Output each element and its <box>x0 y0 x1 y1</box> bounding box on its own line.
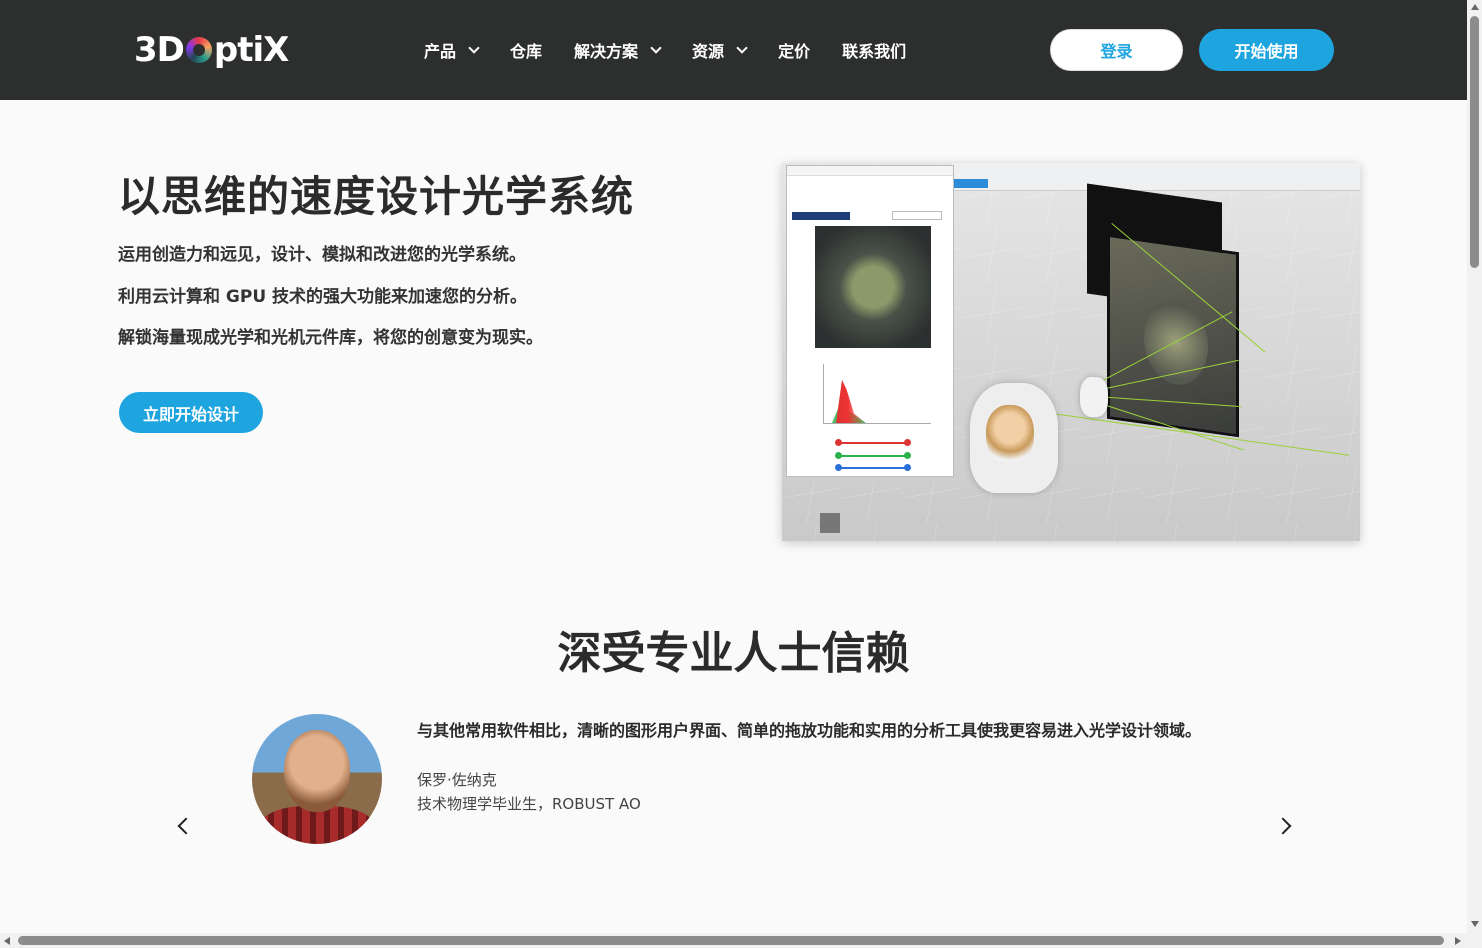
logo[interactable]: 3D ptiX <box>134 30 289 70</box>
vertical-scroll-thumb[interactable] <box>1470 16 1479 268</box>
blue-slider <box>835 464 911 471</box>
nav-item-products[interactable]: 产品 <box>424 38 480 62</box>
logo-ring-icon <box>185 37 212 63</box>
horizontal-scrollbar[interactable] <box>0 933 1467 948</box>
avatar-head <box>284 730 350 812</box>
nav-item-label: 定价 <box>778 42 811 61</box>
nav-item-repository[interactable]: 仓库 <box>510 38 542 62</box>
view-cube-icon <box>820 513 840 533</box>
get-started-button[interactable]: 开始使用 <box>1199 29 1334 71</box>
detector-image <box>815 226 931 348</box>
testimonials-title: 深受专业人士信赖 <box>557 628 910 679</box>
chevron-right-icon[interactable] <box>1274 817 1292 835</box>
horizontal-scroll-thumb[interactable] <box>18 936 1444 945</box>
nav-item-label: 产品 <box>424 42 457 61</box>
testimonial-quote: 与其他常用软件相比，清晰的图形用户界面、简单的拖放功能和实用的分析工具使我更容易… <box>417 721 1202 740</box>
chevron-down-icon <box>468 42 480 54</box>
detector-panel-front <box>1107 233 1239 438</box>
vertical-scrollbar[interactable] <box>1467 0 1482 948</box>
login-button[interactable]: 登录 <box>1050 29 1183 71</box>
nav-item-solutions[interactable]: 解决方案 <box>574 38 662 62</box>
histogram-chart <box>823 364 931 424</box>
chevron-left-icon[interactable] <box>177 817 195 835</box>
page: 3D ptiX 产品 仓库 解决方案 资源 定价 联系我们 登录 开始使用 以思… <box>0 0 1482 948</box>
main-nav: 产品 仓库 解决方案 资源 定价 联系我们 <box>424 38 938 62</box>
chevron-down-icon <box>736 42 748 54</box>
analysis-select <box>892 211 942 220</box>
start-designing-button[interactable]: 立即开始设计 <box>119 392 263 433</box>
analysis-panel <box>786 165 954 477</box>
optical-simulation-screenshot <box>782 163 1360 541</box>
nav-item-label: 联系我们 <box>842 42 907 61</box>
nav-item-label: 资源 <box>692 42 725 61</box>
lens-element <box>1080 377 1108 417</box>
testimonial-role: 技术物理学毕业生，ROBUST AO <box>417 795 641 813</box>
nav-item-label: 解决方案 <box>574 42 639 61</box>
nav-item-pricing[interactable]: 定价 <box>778 38 810 62</box>
scroll-left-icon[interactable] <box>4 937 10 945</box>
site-header: 3D ptiX 产品 仓库 解决方案 资源 定价 联系我们 登录 开始使用 <box>0 0 1467 100</box>
source-face-image <box>986 405 1034 463</box>
analysis-chip <box>792 212 850 220</box>
scroll-right-icon[interactable] <box>1455 937 1461 945</box>
nav-item-label: 仓库 <box>510 42 543 61</box>
scroll-down-icon[interactable] <box>1471 921 1479 927</box>
testimonial-author: 保罗·佐纳克 <box>417 771 497 789</box>
avatar <box>252 714 382 844</box>
scroll-up-icon[interactable] <box>1471 4 1479 10</box>
chevron-down-icon <box>650 42 662 54</box>
scene-toolbar <box>952 163 1360 191</box>
histogram-red <box>836 379 866 423</box>
scene-tab <box>954 179 988 188</box>
hero-title: 以思维的速度设计光学系统 <box>118 172 635 221</box>
hero-line-2: 利用云计算和 GPU 技术的强大功能来加速您的分析。 <box>118 287 528 307</box>
hero-line-3: 解锁海量现成光学和光机元件库，将您的创意变为现实。 <box>118 328 543 348</box>
nav-item-contact[interactable]: 联系我们 <box>842 38 906 62</box>
nav-item-resources[interactable]: 资源 <box>692 38 748 62</box>
logo-mark-icon: 3D <box>134 30 185 70</box>
logo-wordmark: ptiX <box>213 30 289 70</box>
hero-line-1: 运用创造力和远见，设计、模拟和改进您的光学系统。 <box>118 245 526 265</box>
red-slider <box>835 439 911 446</box>
source-image-object <box>970 383 1058 493</box>
green-slider <box>835 452 911 459</box>
analysis-panel-titlebar <box>787 166 953 176</box>
